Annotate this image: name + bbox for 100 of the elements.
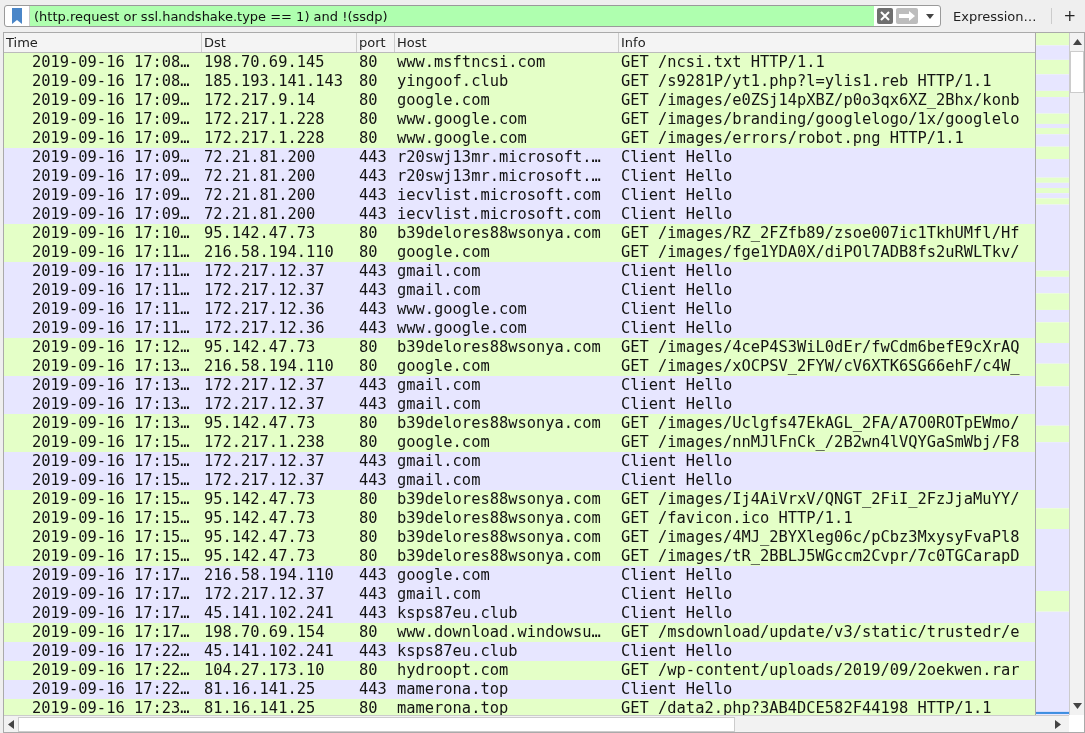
add-button[interactable]: +: [1059, 7, 1081, 25]
port-cell-text: 80: [358, 110, 379, 129]
packet-row[interactable]: 2019-09-16 17:17… 172.217.12.37 443 gmail.com Client Hello: [4, 585, 1035, 604]
port-cell-text: 443: [358, 186, 388, 205]
packet-row[interactable]: 2019-09-16 17:09… 72.21.81.200 443 r20swj13mr.microsoft.… Client Hello: [4, 167, 1035, 186]
vertical-scrollbar[interactable]: [1069, 33, 1084, 715]
time-cell-text: 2019-09-16 17:10…: [31, 224, 191, 243]
packet-row[interactable]: 2019-09-16 17:13… 172.217.12.37 443 gmail.com Client Hello: [4, 376, 1035, 395]
column-header[interactable]: Time: [4, 33, 202, 52]
host-cell-text: www.google.com: [396, 319, 528, 338]
column-header[interactable]: port: [357, 33, 395, 52]
packet-row[interactable]: 2019-09-16 17:09… 72.21.81.200 443 iecvlist.microsoft.com Client Hello: [4, 205, 1035, 224]
column-header[interactable]: Info: [619, 33, 1035, 52]
port-cell-text: 443: [358, 604, 388, 623]
time-cell-text: 2019-09-16 17:15…: [31, 471, 191, 490]
packet-row[interactable]: 2019-09-16 17:15… 95.142.47.73 80 b39delores88wsonya.com GET /images/4MJ_2BYXleg06c/pCbz3MxysyFvaPl8: [4, 528, 1035, 547]
port-cell-text: 80: [358, 528, 379, 547]
horizontal-scrollbar[interactable]: [4, 715, 1069, 732]
host-cell-text: iecvlist.microsoft.com: [396, 186, 602, 205]
dropdown-caret-icon[interactable]: [926, 13, 934, 19]
info-cell-text: GET /favicon.ico HTTP/1.1: [620, 509, 854, 528]
packet-row[interactable]: 2019-09-16 17:09… 172.217.9.14 80 google.com GET /images/e0ZSj14pXBZ/p0o3qx6XZ_2Bhx/konb: [4, 91, 1035, 110]
dst-cell-text: 72.21.81.200: [203, 167, 317, 186]
time-cell-text: 2019-09-16 17:09…: [31, 148, 191, 167]
host-cell-text: mamerona.top: [396, 680, 510, 699]
packet-row[interactable]: 2019-09-16 17:15… 172.217.1.238 80 google.com GET /images/nnMJlFnCk_/2B2wn4lVQYGaSmWbj/F8: [4, 433, 1035, 452]
scroll-right-icon[interactable]: [1055, 719, 1061, 729]
host-cell-text: www.google.com: [396, 129, 528, 148]
display-filter-field[interactable]: (http.request or ssl.handshake.type == 1) and !(ssdp): [4, 5, 941, 27]
host-cell-text: gmail.com: [396, 281, 482, 300]
scroll-down-icon[interactable]: [1072, 703, 1082, 709]
packet-row[interactable]: 2019-09-16 17:08… 198.70.69.145 80 www.msftncsi.com GET /ncsi.txt HTTP/1.1: [4, 53, 1035, 72]
packet-row[interactable]: 2019-09-16 17:09… 172.217.1.228 80 www.google.com GET /images/branding/googlelogo/1x/googlelo: [4, 110, 1035, 129]
packet-row[interactable]: 2019-09-16 17:17… 216.58.194.110 443 google.com Client Hello: [4, 566, 1035, 585]
clear-icon[interactable]: [877, 8, 893, 24]
time-cell-text: 2019-09-16 17:09…: [31, 186, 191, 205]
packet-row[interactable]: 2019-09-16 17:13… 95.142.47.73 80 b39delores88wsonya.com GET /images/Uclgfs47EkAGL_2FA/A7O0ROTpEWmo/: [4, 414, 1035, 433]
host-cell-text: gmail.com: [396, 471, 482, 490]
dst-cell-text: 172.217.12.37: [203, 281, 326, 300]
port-cell-text: 443: [358, 585, 388, 604]
port-cell-text: 443: [358, 395, 388, 414]
dst-cell-text: 216.58.194.110: [203, 243, 335, 262]
info-cell-text: GET /s9281P/yt1.php?l=ylis1.reb HTTP/1.1: [620, 72, 993, 91]
host-cell-text: gmail.com: [396, 376, 482, 395]
packet-row[interactable]: 2019-09-16 17:12… 95.142.47.73 80 b39delores88wsonya.com GET /images/4ceP4S3WiL0dEr/fwCdm6befE9cXrAQ: [4, 338, 1035, 357]
packet-row[interactable]: 2019-09-16 17:09… 172.217.1.228 80 www.google.com GET /images/errors/robot.png HTTP/1.1: [4, 129, 1035, 148]
dst-cell-text: 95.142.47.73: [203, 547, 317, 566]
dst-cell-text: 72.21.81.200: [203, 148, 317, 167]
packet-row[interactable]: 2019-09-16 17:11… 172.217.12.37 443 gmail.com Client Hello: [4, 281, 1035, 300]
expression-button[interactable]: Expression…: [947, 6, 1043, 26]
time-cell-text: 2019-09-16 17:17…: [31, 566, 191, 585]
dst-cell-text: 172.217.12.36: [203, 319, 326, 338]
port-cell-text: 80: [358, 661, 379, 680]
host-cell-text: google.com: [396, 433, 491, 452]
dst-cell-text: 172.217.12.37: [203, 585, 326, 604]
dst-cell-text: 172.217.12.37: [203, 452, 326, 471]
packet-row[interactable]: 2019-09-16 17:17… 45.141.102.241 443 ksps87eu.club Client Hello: [4, 604, 1035, 623]
port-cell-text: 443: [358, 680, 388, 699]
packet-row[interactable]: 2019-09-16 17:11… 172.217.12.36 443 www.google.com Client Hello: [4, 300, 1035, 319]
column-header[interactable]: Host: [395, 33, 619, 52]
packet-row[interactable]: 2019-09-16 17:15… 172.217.12.37 443 gmail.com Client Hello: [4, 471, 1035, 490]
packet-row[interactable]: 2019-09-16 17:15… 95.142.47.73 80 b39delores88wsonya.com GET /images/Ij4AiVrxV/QNGT_2FiI_2FzJjaMuYY/: [4, 490, 1035, 509]
packet-row[interactable]: 2019-09-16 17:11… 216.58.194.110 80 google.com GET /images/fge1YDA0X/diPOl7ADB8fs2uRWLTkv/: [4, 243, 1035, 262]
time-cell-text: 2019-09-16 17:15…: [31, 547, 191, 566]
packet-row[interactable]: 2019-09-16 17:08… 185.193.141.143 80 yingoof.club GET /s9281P/yt1.php?l=ylis1.reb HTTP/1.1: [4, 72, 1035, 91]
dst-cell-text: 95.142.47.73: [203, 414, 317, 433]
port-cell-text: 443: [358, 452, 388, 471]
info-cell-text: Client Hello: [620, 186, 734, 205]
info-cell-text: Client Hello: [620, 376, 734, 395]
bookmark-icon[interactable]: [11, 7, 23, 25]
packet-row[interactable]: 2019-09-16 17:11… 172.217.12.36 443 www.google.com Client Hello: [4, 319, 1035, 338]
scrollbar-thumb[interactable]: [18, 716, 735, 732]
packet-row[interactable]: 2019-09-16 17:17… 198.70.69.154 80 www.download.windowsu… GET /msdownload/update/v3/static/trustedr/e: [4, 623, 1035, 642]
port-cell-text: 80: [358, 53, 379, 72]
packet-row[interactable]: 2019-09-16 17:11… 172.217.12.37 443 gmail.com Client Hello: [4, 262, 1035, 281]
dst-cell-text: 95.142.47.73: [203, 338, 317, 357]
info-cell-text: Client Hello: [620, 300, 734, 319]
packet-row[interactable]: 2019-09-16 17:15… 95.142.47.73 80 b39delores88wsonya.com GET /favicon.ico HTTP/1.1: [4, 509, 1035, 528]
packet-row[interactable]: 2019-09-16 17:22… 45.141.102.241 443 ksps87eu.club Client Hello: [4, 642, 1035, 661]
info-cell-text: GET /msdownload/update/v3/static/trustedr/e: [620, 623, 1021, 642]
info-cell-text: GET /images/branding/googlelogo/1x/googlelo: [620, 110, 1021, 129]
packet-row[interactable]: 2019-09-16 17:22… 104.27.173.10 80 hydroopt.com GET /wp-content/uploads/2019/09/2oekwen.rar: [4, 661, 1035, 680]
time-cell-text: 2019-09-16 17:17…: [31, 623, 191, 642]
host-cell-text: google.com: [396, 91, 491, 110]
packet-row[interactable]: 2019-09-16 17:22… 81.16.141.25 443 mamerona.top Client Hello: [4, 680, 1035, 699]
column-header[interactable]: Dst: [202, 33, 357, 52]
time-cell-text: 2019-09-16 17:09…: [31, 167, 191, 186]
scroll-up-icon[interactable]: [1072, 39, 1082, 45]
packet-row[interactable]: 2019-09-16 17:15… 172.217.12.37 443 gmail.com Client Hello: [4, 452, 1035, 471]
packet-row[interactable]: 2019-09-16 17:09… 72.21.81.200 443 r20swj13mr.microsoft.… Client Hello: [4, 148, 1035, 167]
scroll-left-icon[interactable]: [8, 719, 14, 729]
packet-row[interactable]: 2019-09-16 17:10… 95.142.47.73 80 b39delores88wsonya.com GET /images/RZ_2FZfb89/zsoe007ic1TkhUMfl/Hf: [4, 224, 1035, 243]
scrollbar-thumb[interactable]: [1070, 51, 1084, 93]
packet-row[interactable]: 2019-09-16 17:13… 216.58.194.110 80 google.com GET /images/xOCPSV_2FYW/cV6XTK6SG66ehF/c4W_: [4, 357, 1035, 376]
packet-row[interactable]: 2019-09-16 17:13… 172.217.12.37 443 gmail.com Client Hello: [4, 395, 1035, 414]
packet-row[interactable]: 2019-09-16 17:15… 95.142.47.73 80 b39delores88wsonya.com GET /images/tR_2BBLJ5WGccm2Cvpr/7c0TGCarapD: [4, 547, 1035, 566]
port-cell-text: 80: [358, 338, 379, 357]
packet-row[interactable]: 2019-09-16 17:09… 72.21.81.200 443 iecvlist.microsoft.com Client Hello: [4, 186, 1035, 205]
info-cell-text: GET /wp-content/uploads/2019/09/2oekwen.rar: [620, 661, 1021, 680]
time-cell-text: 2019-09-16 17:09…: [31, 91, 191, 110]
